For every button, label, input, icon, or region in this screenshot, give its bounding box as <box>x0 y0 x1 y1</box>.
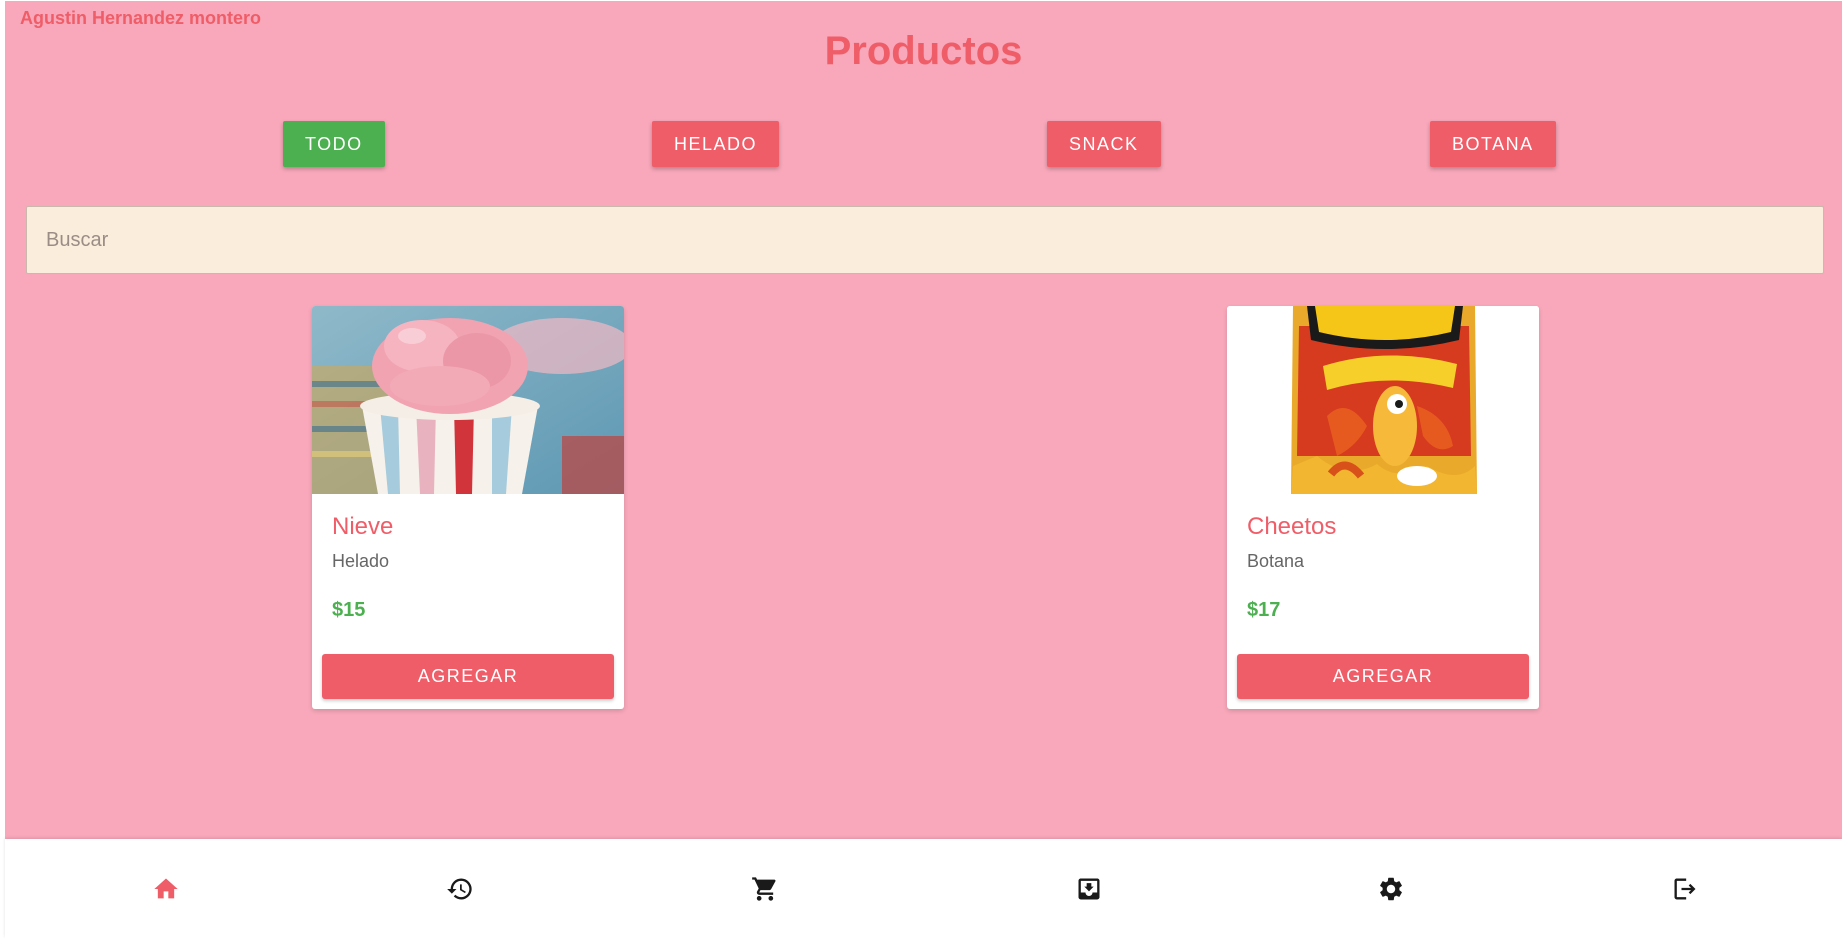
product-category: Helado <box>332 551 390 571</box>
bottom-navigation <box>5 839 1842 938</box>
add-to-cart-button[interactable]: AGREGAR <box>322 654 614 699</box>
home-icon <box>154 878 178 898</box>
cart-icon <box>752 876 776 901</box>
inbox-download-icon <box>1078 878 1100 899</box>
logout-icon <box>1674 878 1696 899</box>
product-name: Cheetos <box>1247 513 1337 540</box>
gear-icon <box>1380 877 1402 900</box>
nav-history[interactable] <box>430 839 490 938</box>
search-input[interactable] <box>26 206 1824 274</box>
ice-cream-image <box>312 306 624 494</box>
page-title: Productos <box>824 29 1023 73</box>
product-card-nieve: Nieve Helado $15 AGREGAR <box>312 306 624 709</box>
history-icon <box>447 878 472 899</box>
product-card-cheetos: Cheetos Botana $17 AGREGAR <box>1227 306 1539 709</box>
filter-helado-button[interactable]: HELADO <box>652 121 780 167</box>
nav-logout[interactable] <box>1655 839 1715 938</box>
cheetos-image <box>1227 306 1539 494</box>
product-price: $17 <box>1247 599 1281 621</box>
nav-settings[interactable] <box>1361 839 1421 938</box>
filter-botana-button[interactable]: BOTANA <box>1430 121 1556 167</box>
user-name: Agustin Hernandez montero <box>20 8 262 28</box>
product-price: $15 <box>332 599 366 621</box>
nav-cart[interactable] <box>735 839 795 938</box>
app-content: Agustin Hernandez montero Productos TODO… <box>5 1 1842 839</box>
nav-home[interactable] <box>136 839 196 938</box>
product-name: Nieve <box>332 513 394 540</box>
nav-inbox[interactable] <box>1059 839 1119 938</box>
product-category: Botana <box>1247 551 1305 571</box>
filter-todo-button[interactable]: TODO <box>283 121 385 167</box>
filter-snack-button[interactable]: SNACK <box>1047 121 1161 167</box>
add-to-cart-button[interactable]: AGREGAR <box>1237 654 1529 699</box>
